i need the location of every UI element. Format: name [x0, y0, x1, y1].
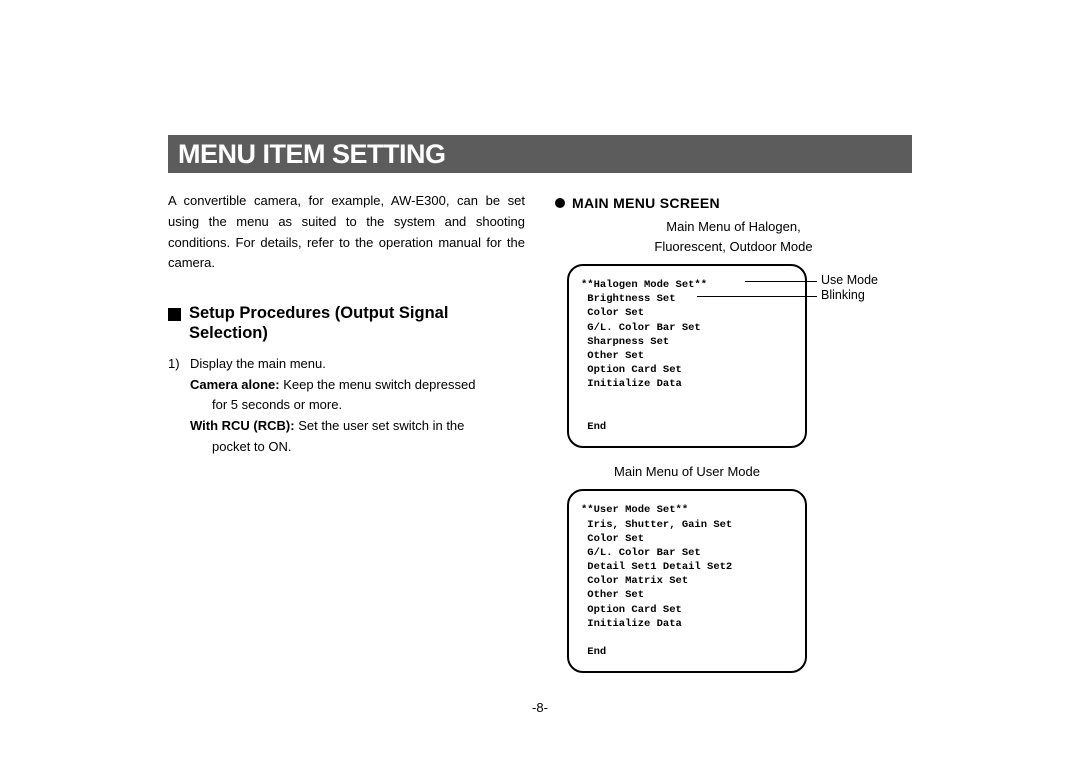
- left-column: A convertible camera, for example, AW-E3…: [168, 191, 525, 687]
- page-title: MENU ITEM SETTING: [178, 139, 446, 170]
- annotation-blinking: Blinking: [821, 288, 865, 302]
- section-heading: Setup Procedures (Output Signal Selectio…: [189, 304, 525, 344]
- halogen-menu-screen: **Halogen Mode Set** Brightness Set Colo…: [567, 264, 807, 448]
- screen1-wrap: **Halogen Mode Set** Brightness Set Colo…: [555, 264, 912, 448]
- main-menu-heading: MAIN MENU SCREEN: [572, 195, 720, 211]
- two-column-layout: A convertible camera, for example, AW-E3…: [168, 191, 912, 687]
- document-page: MENU ITEM SETTING A convertible camera, …: [168, 135, 912, 687]
- step-number: 1): [168, 354, 190, 458]
- page-number: -8-: [532, 700, 548, 715]
- right-column: MAIN MENU SCREEN Main Menu of Halogen, F…: [555, 191, 912, 687]
- with-rcu-cont: pocket to ON.: [190, 437, 525, 458]
- user-menu-screen: **User Mode Set** Iris, Shutter, Gain Se…: [567, 489, 807, 673]
- screen2-wrap: **User Mode Set** Iris, Shutter, Gain Se…: [555, 489, 912, 673]
- step-list: 1) Display the main menu. Camera alone: …: [168, 354, 525, 458]
- with-rcu-label: With RCU (RCB):: [190, 418, 295, 433]
- annotation-use-mode: Use Mode: [821, 273, 878, 287]
- step-main-text: Display the main menu.: [190, 356, 326, 371]
- step-body: Display the main menu. Camera alone: Kee…: [190, 354, 525, 458]
- title-bar: MENU ITEM SETTING: [168, 135, 912, 173]
- screen2-caption: Main Menu of User Mode: [555, 462, 819, 482]
- leader-line-2: [697, 296, 817, 297]
- intro-paragraph: A convertible camera, for example, AW-E3…: [168, 191, 525, 274]
- screen1-caption: Main Menu of Halogen, Fluorescent, Outdo…: [555, 217, 912, 256]
- circle-bullet-icon: [555, 198, 565, 208]
- camera-alone-label: Camera alone:: [190, 377, 280, 392]
- leader-line-1: [745, 281, 817, 282]
- square-bullet-icon: [168, 308, 181, 321]
- camera-alone-text: Keep the menu switch depressed: [280, 377, 476, 392]
- step-item: 1) Display the main menu. Camera alone: …: [168, 354, 525, 458]
- sub-header: MAIN MENU SCREEN: [555, 195, 912, 211]
- section-header: Setup Procedures (Output Signal Selectio…: [168, 304, 525, 344]
- with-rcu-text: Set the user set switch in the: [295, 418, 465, 433]
- camera-alone-cont: for 5 seconds or more.: [190, 395, 525, 416]
